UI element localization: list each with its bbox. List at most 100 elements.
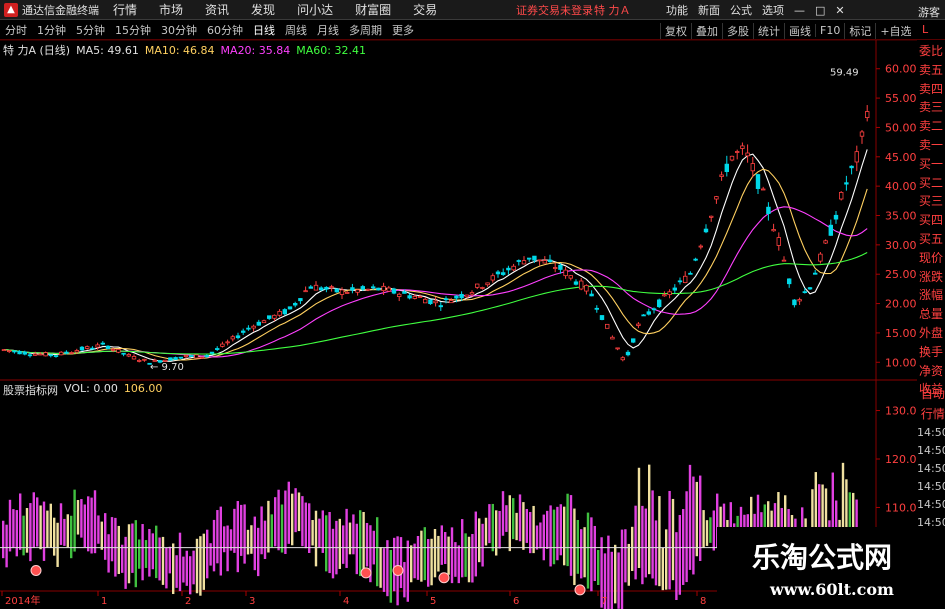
vol-bar	[155, 525, 158, 579]
menu-item-xuanxiang[interactable]: 选项	[762, 2, 784, 18]
vol-bar	[263, 520, 267, 560]
x-axis-label: 4	[343, 596, 349, 607]
price-axis-label: 15.00	[885, 327, 917, 340]
side-time-label: 14:50	[917, 426, 945, 439]
mark-button[interactable]: 标记	[844, 22, 875, 39]
vol-bar	[535, 525, 539, 550]
tab-monthly[interactable]: 月线	[312, 22, 344, 38]
candle-body	[48, 354, 53, 357]
vol-bar	[144, 540, 148, 568]
vol-bar	[209, 543, 212, 566]
vol-bar	[359, 510, 362, 577]
candle-body	[38, 353, 43, 356]
tab-multi-period[interactable]: 多周期	[344, 22, 387, 38]
menu-item-hangqing[interactable]: 行情	[113, 1, 137, 18]
vol-bar	[583, 527, 586, 578]
maximize-icon[interactable]: □	[815, 4, 825, 17]
candle-body	[95, 344, 100, 348]
signal-dot-icon	[574, 584, 586, 596]
candle-body	[261, 320, 267, 324]
candle-body	[100, 342, 105, 345]
multi-stock-button[interactable]: 多股	[722, 22, 753, 39]
menu-item-faxian[interactable]: 发现	[251, 1, 275, 18]
vol-bar	[539, 522, 542, 549]
vol-ma-value: 106.00	[123, 382, 163, 395]
tab-daily[interactable]: 日线	[248, 22, 280, 38]
close-icon[interactable]: ✕	[835, 4, 844, 17]
vol-bar	[39, 505, 42, 550]
candle-body	[631, 338, 636, 343]
vol-bar	[318, 518, 321, 548]
tab-5min[interactable]: 5分钟	[71, 22, 110, 38]
tab-1min[interactable]: 1分钟	[32, 22, 71, 38]
vol-bar	[138, 539, 141, 569]
fuquan-button[interactable]: 复权	[660, 22, 691, 39]
menu-item-gongshi[interactable]: 公式	[730, 2, 752, 18]
draw-line-button[interactable]: 画线	[784, 22, 815, 39]
candle-body	[688, 272, 693, 275]
vol-bar	[49, 503, 52, 548]
candle-body	[646, 311, 651, 315]
tab-fenshi[interactable]: 分时	[0, 22, 32, 38]
vol-bar	[695, 481, 698, 557]
statistics-button[interactable]: 统计	[753, 22, 784, 39]
add-watchlist-button[interactable]: +自选	[875, 22, 915, 39]
vol-bar	[117, 525, 120, 575]
vol-bar	[250, 525, 253, 554]
menu-item-gongneng[interactable]: 功能	[666, 2, 688, 18]
ma10-line	[3, 168, 868, 361]
candle-body	[625, 351, 631, 356]
candle-body	[230, 336, 235, 340]
vol-bar	[257, 527, 260, 577]
vol-bar	[576, 519, 579, 574]
menu-item-zixun[interactable]: 资讯	[205, 1, 229, 18]
candle-body	[610, 336, 615, 340]
tab-more[interactable]: 更多	[387, 22, 419, 38]
vol-bar	[80, 499, 83, 538]
vol-axis-label: 130.0	[885, 405, 917, 418]
guest-label[interactable]: 游客	[918, 4, 940, 20]
tab-15min[interactable]: 15分钟	[110, 22, 156, 38]
vol-bar	[376, 517, 379, 587]
candle-body	[391, 288, 397, 294]
candle-body	[277, 310, 282, 316]
vol-bar	[416, 535, 420, 580]
menu-item-xinmian[interactable]: 新面	[698, 2, 720, 18]
side-l-label: L	[922, 23, 929, 36]
vol-bar	[46, 510, 49, 548]
tab-weekly[interactable]: 周线	[280, 22, 312, 38]
signal-dot-icon	[30, 564, 42, 576]
minimize-icon[interactable]: —	[794, 4, 805, 17]
vol-bar	[617, 552, 620, 609]
f10-button[interactable]: F10	[815, 24, 844, 37]
menu-item-jiaoyi[interactable]: 交易	[413, 1, 437, 18]
kline-chart[interactable]: 60.00 55.00 50.00 45.00 40.00 35.00 30.00 25.00…	[0, 40, 917, 609]
vol-bar	[488, 504, 491, 544]
candle-body	[298, 298, 303, 302]
candle-body	[464, 294, 469, 298]
tab-30min[interactable]: 30分钟	[156, 22, 202, 38]
tab-60min[interactable]: 60分钟	[202, 22, 248, 38]
menu-item-caifuquan[interactable]: 财富圈	[355, 1, 391, 18]
menu-item-wenxiaoda[interactable]: 问小达	[297, 1, 333, 18]
candle-body	[844, 182, 849, 185]
login-warning[interactable]: 证券交易未登录	[516, 2, 593, 18]
candle-body	[849, 165, 854, 169]
candle-body	[329, 286, 334, 289]
overlay-button[interactable]: 叠加	[691, 22, 722, 39]
vol-bar	[525, 508, 528, 543]
vol-bar	[325, 515, 328, 572]
vol-bar	[352, 514, 355, 555]
price-axis-label: 50.00	[885, 121, 917, 134]
candle-body	[500, 272, 506, 275]
vol-bar	[328, 512, 331, 574]
vol-bar	[654, 520, 658, 586]
vol-bar	[631, 526, 634, 571]
candle-body	[761, 188, 766, 191]
vol-bar	[76, 500, 80, 535]
vol-bar	[314, 510, 318, 567]
menu-item-shichang[interactable]: 市场	[159, 1, 183, 18]
vol-bar	[236, 501, 239, 573]
candle-body	[787, 278, 792, 285]
vol-bar	[685, 491, 688, 583]
